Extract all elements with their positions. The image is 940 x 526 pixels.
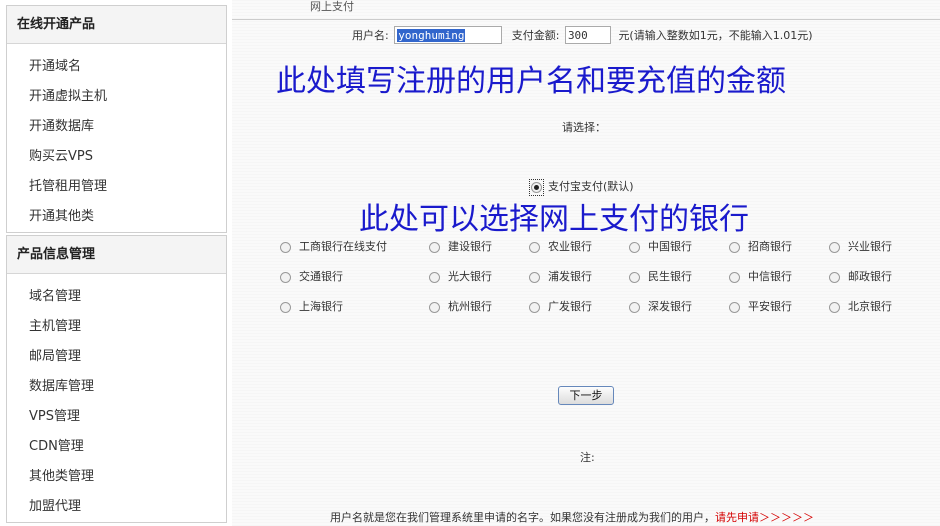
bank-option-psbc[interactable]: 邮政银行 — [829, 268, 892, 286]
annotation-username-amount: 此处填写注册的用户名和要充值的金额 — [276, 64, 786, 99]
bank-radio[interactable] — [829, 301, 840, 313]
panel-title: 产品信息管理 — [7, 236, 226, 274]
alipay-label: 支付宝支付(默认) — [548, 180, 634, 193]
bank-label: 兴业银行 — [848, 240, 892, 253]
bank-radio[interactable] — [529, 301, 540, 313]
bank-radio[interactable] — [729, 301, 740, 313]
bank-option-citic[interactable]: 中信银行 — [729, 268, 792, 286]
sidebar-item-agent[interactable]: 加盟代理 — [7, 492, 226, 522]
breadcrumb: 网上支付 — [310, 0, 354, 13]
sidebar-item-cdn-manage[interactable]: CDN管理 — [7, 432, 226, 462]
footer-text: 用户名就是您在我们管理系统里申请的名字。如果您没有注册成为我们的用户， — [330, 511, 715, 524]
sidebar-item-database-manage[interactable]: 数据库管理 — [7, 372, 226, 402]
bank-option-pab[interactable]: 平安银行 — [729, 298, 792, 316]
bank-radio[interactable] — [729, 271, 740, 283]
bank-label: 交通银行 — [299, 270, 343, 283]
bank-radio[interactable] — [629, 241, 640, 253]
main-content: 网上支付 用户名: yonghuming 支付金额: 300 元(请输入整数如1… — [232, 0, 940, 526]
bank-radio[interactable] — [629, 271, 640, 283]
bank-label: 建设银行 — [448, 240, 492, 253]
choose-label: 请选择： — [562, 121, 606, 134]
bank-option-cgb[interactable]: 广发银行 — [529, 298, 592, 316]
annotation-bank-select: 此处可以选择网上支付的银行 — [359, 202, 749, 237]
bank-radio[interactable] — [829, 241, 840, 253]
bank-radio[interactable] — [429, 271, 440, 283]
bank-radio[interactable] — [729, 241, 740, 253]
bank-label: 杭州银行 — [448, 300, 492, 313]
bank-label: 浦发银行 — [548, 270, 592, 283]
divider — [232, 19, 940, 20]
register-link[interactable]: 请先申请＞＞＞＞＞ — [715, 511, 814, 524]
sidebar-item-mail-manage[interactable]: 邮局管理 — [7, 342, 226, 372]
bank-option-bob[interactable]: 北京银行 — [829, 298, 892, 316]
bank-label: 招商银行 — [748, 240, 792, 253]
bank-radio[interactable] — [280, 301, 291, 313]
bank-label: 深发银行 — [648, 300, 692, 313]
bank-option-abc[interactable]: 农业银行 — [529, 238, 592, 256]
username-value: yonghuming — [397, 29, 466, 42]
sidebar-item-domain[interactable]: 开通域名 — [7, 52, 226, 82]
panel-online-products: 在线开通产品 开通域名 开通虚拟主机 开通数据库 购买云VPS 托管租用管理 开… — [6, 5, 227, 233]
sidebar-item-domain-manage[interactable]: 域名管理 — [7, 282, 226, 312]
bank-radio[interactable] — [280, 241, 291, 253]
bank-radio[interactable] — [529, 241, 540, 253]
bank-option-ccb[interactable]: 建设银行 — [429, 238, 492, 256]
sidebar-item-vps-manage[interactable]: VPS管理 — [7, 402, 226, 432]
amount-label: 支付金额: — [511, 29, 560, 42]
note-label: 注: — [580, 451, 595, 464]
bank-label: 中国银行 — [648, 240, 692, 253]
panel-title: 在线开通产品 — [7, 6, 226, 44]
bank-label: 平安银行 — [748, 300, 792, 313]
bank-label: 广发银行 — [548, 300, 592, 313]
bank-label: 民生银行 — [648, 270, 692, 283]
alipay-option[interactable]: 支付宝支付(默认) — [529, 178, 634, 196]
username-input[interactable]: yonghuming — [394, 26, 503, 44]
bank-radio[interactable] — [429, 301, 440, 313]
bank-label: 光大银行 — [448, 270, 492, 283]
bank-radio[interactable] — [429, 241, 440, 253]
sidebar-item-other[interactable]: 开通其他类 — [7, 202, 226, 232]
bank-option-cmb[interactable]: 招商银行 — [729, 238, 792, 256]
amount-hint: 元(请输入整数如1元，不能输入1.01元) — [618, 29, 813, 42]
panel-product-management: 产品信息管理 域名管理 主机管理 邮局管理 数据库管理 VPS管理 CDN管理 … — [6, 235, 227, 523]
bank-radio[interactable] — [280, 271, 291, 283]
sidebar-item-database[interactable]: 开通数据库 — [7, 112, 226, 142]
bank-label: 上海银行 — [299, 300, 343, 313]
sidebar: 在线开通产品 开通域名 开通虚拟主机 开通数据库 购买云VPS 托管租用管理 开… — [0, 0, 232, 526]
bank-option-spdb[interactable]: 浦发银行 — [529, 268, 592, 286]
bank-option-cib[interactable]: 兴业银行 — [829, 238, 892, 256]
sidebar-item-host-manage[interactable]: 主机管理 — [7, 312, 226, 342]
bank-option-ceb[interactable]: 光大银行 — [429, 268, 492, 286]
next-step-button[interactable]: 下一步 — [558, 386, 614, 405]
bank-option-bocom[interactable]: 交通银行 — [280, 268, 343, 286]
sidebar-item-other-manage[interactable]: 其他类管理 — [7, 462, 226, 492]
bank-label: 北京银行 — [848, 300, 892, 313]
sidebar-item-buy-vps[interactable]: 购买云VPS — [7, 142, 226, 172]
payment-form-row: 用户名: yonghuming 支付金额: 300 元(请输入整数如1元，不能输… — [352, 26, 813, 44]
alipay-radio[interactable] — [531, 182, 542, 193]
bank-label: 邮政银行 — [848, 270, 892, 283]
bank-option-bosc[interactable]: 上海银行 — [280, 298, 343, 316]
bank-label: 工商银行在线支付 — [299, 240, 387, 253]
bank-option-icbc[interactable]: 工商银行在线支付 — [280, 238, 387, 256]
bank-radio[interactable] — [629, 301, 640, 313]
bank-label: 农业银行 — [548, 240, 592, 253]
bank-label: 中信银行 — [748, 270, 792, 283]
bank-radio[interactable] — [829, 271, 840, 283]
footer-note: 用户名就是您在我们管理系统里申请的名字。如果您没有注册成为我们的用户，请先申请＞… — [330, 509, 814, 525]
bank-option-boc[interactable]: 中国银行 — [629, 238, 692, 256]
amount-input[interactable]: 300 — [564, 26, 611, 44]
bank-option-cmbc[interactable]: 民生银行 — [629, 268, 692, 286]
username-label: 用户名: — [352, 29, 389, 42]
bank-option-sdb[interactable]: 深发银行 — [629, 298, 692, 316]
bank-option-hzb[interactable]: 杭州银行 — [429, 298, 492, 316]
focus-outline — [529, 178, 544, 196]
sidebar-item-hosting-rental[interactable]: 托管租用管理 — [7, 172, 226, 202]
sidebar-item-virtual-host[interactable]: 开通虚拟主机 — [7, 82, 226, 112]
bank-radio[interactable] — [529, 271, 540, 283]
